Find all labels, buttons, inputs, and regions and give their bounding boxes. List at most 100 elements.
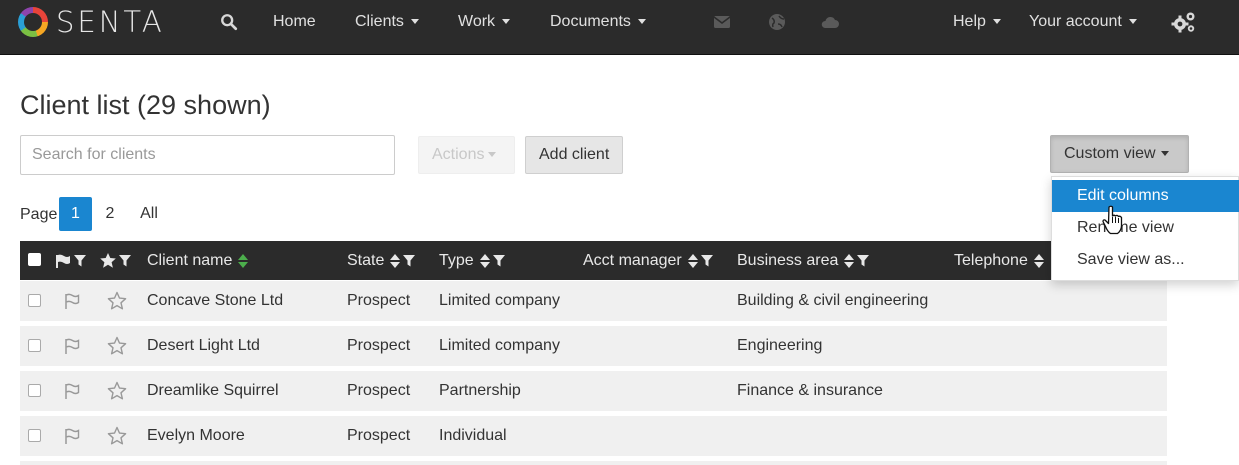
chevron-down-icon bbox=[992, 19, 1001, 25]
sort-icon bbox=[1033, 253, 1044, 268]
cell-business-area: Building & civil engineering bbox=[737, 292, 929, 309]
mail-icon[interactable] bbox=[713, 14, 731, 30]
hand-cursor-icon bbox=[1102, 205, 1123, 235]
nav-clients[interactable]: Clients bbox=[355, 0, 419, 44]
cell-type: Partnership bbox=[439, 382, 521, 399]
filter-icon[interactable] bbox=[403, 254, 416, 267]
star-icon[interactable] bbox=[107, 426, 127, 446]
cell-state: Prospect bbox=[347, 427, 411, 444]
page-title: Client list (29 shown) bbox=[20, 90, 271, 120]
table-row[interactable]: Dreamlike Squirrel Prospect Partnership … bbox=[20, 371, 1167, 411]
cell-state: Prospect bbox=[347, 337, 411, 354]
nav-documents-label: Documents bbox=[550, 13, 631, 30]
table-row[interactable] bbox=[20, 461, 1167, 465]
cell-client-name[interactable]: Concave Stone Ltd bbox=[147, 281, 283, 321]
filter-icon[interactable] bbox=[492, 254, 505, 267]
cell-state: Prospect bbox=[347, 382, 411, 399]
column-type-label: Type bbox=[439, 252, 474, 269]
table-row[interactable]: Concave Stone Ltd Prospect Limited compa… bbox=[20, 281, 1167, 321]
brand-name: SENTA bbox=[56, 5, 165, 39]
flag-icon[interactable] bbox=[62, 291, 82, 311]
nav-help-label: Help bbox=[953, 13, 986, 30]
flag-icon[interactable] bbox=[62, 381, 82, 401]
star-column-icon[interactable] bbox=[100, 253, 116, 268]
column-type[interactable]: Type bbox=[439, 241, 505, 280]
nav-help[interactable]: Help bbox=[953, 0, 1001, 44]
sort-icon bbox=[390, 253, 401, 268]
chevron-down-icon bbox=[637, 19, 646, 25]
cell-type: Limited company bbox=[439, 292, 560, 309]
page-link-all[interactable]: All bbox=[134, 197, 164, 231]
pagination-label: Page bbox=[20, 206, 58, 223]
filter-icon[interactable] bbox=[700, 254, 713, 267]
globe-icon[interactable] bbox=[768, 13, 786, 31]
custom-view-menu: Edit columns Rename view Save view as... bbox=[1051, 176, 1239, 281]
cloud-icon[interactable] bbox=[820, 14, 840, 29]
column-client-name[interactable]: Client name bbox=[147, 241, 249, 280]
search-icon[interactable] bbox=[220, 13, 238, 31]
page-link-1[interactable]: 1 bbox=[59, 197, 92, 231]
flag-icon[interactable] bbox=[62, 336, 82, 356]
flag-column-icon[interactable] bbox=[56, 254, 71, 268]
custom-view-label: Custom view bbox=[1064, 145, 1156, 162]
row-checkbox[interactable] bbox=[28, 294, 41, 307]
select-all-checkbox[interactable] bbox=[28, 253, 41, 266]
column-telephone[interactable]: Telephone bbox=[954, 241, 1044, 280]
menu-item-save-view-as[interactable]: Save view as... bbox=[1052, 244, 1239, 276]
cell-type: Individual bbox=[439, 427, 507, 444]
flag-icon[interactable] bbox=[62, 426, 82, 446]
logo-ring-icon bbox=[18, 7, 48, 37]
custom-view-button[interactable]: Custom view bbox=[1050, 135, 1189, 173]
column-business-area-label: Business area bbox=[737, 252, 839, 269]
menu-item-rename-view[interactable]: Rename view bbox=[1052, 212, 1239, 244]
nav-documents[interactable]: Documents bbox=[550, 0, 646, 44]
nav-account-label: Your account bbox=[1029, 13, 1122, 30]
menu-item-edit-columns[interactable]: Edit columns bbox=[1052, 180, 1239, 212]
cell-client-name[interactable]: Evelyn Moore bbox=[147, 416, 245, 456]
filter-icon[interactable] bbox=[119, 255, 131, 267]
cell-client-name[interactable]: Desert Light Ltd bbox=[147, 326, 260, 366]
filter-icon[interactable] bbox=[857, 254, 870, 267]
sort-icon bbox=[238, 253, 249, 268]
gears-icon[interactable] bbox=[1171, 10, 1197, 34]
star-icon[interactable] bbox=[107, 336, 127, 356]
star-icon[interactable] bbox=[107, 381, 127, 401]
actions-label: Actions bbox=[432, 146, 485, 163]
nav-work[interactable]: Work bbox=[458, 0, 511, 44]
row-checkbox[interactable] bbox=[28, 384, 41, 397]
page-link-2[interactable]: 2 bbox=[98, 197, 122, 231]
column-acct-manager-label: Acct manager bbox=[583, 252, 682, 269]
cell-client-name[interactable]: Dreamlike Squirrel bbox=[147, 371, 279, 411]
top-navbar: SENTA Home Clients Work Documents Help Y… bbox=[0, 0, 1239, 55]
nav-your-account[interactable]: Your account bbox=[1029, 0, 1137, 44]
search-input[interactable] bbox=[20, 135, 395, 175]
row-checkbox[interactable] bbox=[28, 339, 41, 352]
nav-work-label: Work bbox=[458, 13, 496, 30]
sort-icon bbox=[687, 253, 698, 268]
star-icon[interactable] bbox=[107, 291, 127, 311]
add-client-button[interactable]: Add client bbox=[525, 136, 624, 174]
table-row[interactable]: Evelyn Moore Prospect Individual bbox=[20, 416, 1167, 456]
nav-clients-label: Clients bbox=[355, 13, 404, 30]
row-checkbox[interactable] bbox=[28, 429, 41, 442]
senta-logo[interactable]: SENTA bbox=[18, 5, 165, 39]
sort-icon bbox=[479, 253, 490, 268]
column-business-area[interactable]: Business area bbox=[737, 241, 870, 280]
column-state-label: State bbox=[347, 252, 385, 269]
chevron-down-icon bbox=[1128, 19, 1137, 25]
chevron-down-icon bbox=[1160, 151, 1169, 157]
chevron-down-icon bbox=[488, 152, 497, 158]
sort-icon bbox=[844, 253, 855, 268]
cell-type: Limited company bbox=[439, 337, 560, 354]
nav-home[interactable]: Home bbox=[273, 0, 316, 44]
chevron-down-icon bbox=[502, 19, 511, 25]
column-state[interactable]: State bbox=[347, 241, 416, 280]
filter-icon[interactable] bbox=[74, 255, 86, 267]
actions-button[interactable]: Actions bbox=[418, 136, 515, 174]
chevron-down-icon bbox=[410, 19, 419, 25]
cell-business-area: Engineering bbox=[737, 337, 823, 354]
column-acct-manager[interactable]: Acct manager bbox=[583, 241, 713, 280]
cell-business-area: Finance & insurance bbox=[737, 382, 883, 399]
table-row[interactable]: Desert Light Ltd Prospect Limited compan… bbox=[20, 326, 1167, 366]
cell-state: Prospect bbox=[347, 292, 411, 309]
